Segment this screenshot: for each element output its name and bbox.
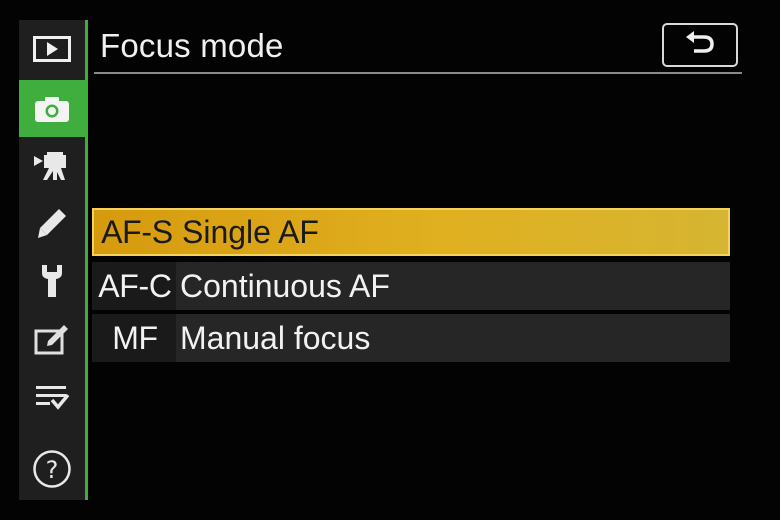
camera-menu-screen: ? Focus mode AF-S Single AF AF-C Continu… — [0, 0, 780, 520]
sidebar-item-help[interactable]: ? — [19, 440, 85, 497]
sidebar-active-rail — [85, 20, 88, 500]
movie-camera-icon — [32, 150, 72, 182]
page-title: Focus mode — [100, 27, 284, 64]
menu-item-mf[interactable]: MF Manual focus — [92, 314, 730, 362]
title-divider — [94, 72, 742, 74]
camera-icon — [34, 95, 70, 123]
menu-item-af-s[interactable]: AF-S Single AF — [92, 208, 730, 256]
sidebar-item-movie-shooting[interactable] — [19, 137, 85, 194]
sidebar-item-my-menu[interactable] — [19, 368, 85, 425]
sidebar-item-custom-settings[interactable] — [19, 194, 85, 251]
menu-item-code: MF — [112, 319, 158, 356]
menu-item-label: Manual focus — [180, 319, 371, 356]
sidebar-item-playback[interactable] — [19, 20, 85, 77]
retouch-icon — [34, 323, 70, 355]
menu-item-code: AF-S — [101, 213, 173, 250]
sidebar-item-setup[interactable] — [19, 252, 85, 309]
sidebar-item-photo-shooting[interactable] — [19, 80, 85, 137]
menu-item-af-c[interactable]: AF-C Continuous AF — [92, 262, 730, 310]
pencil-icon — [35, 206, 69, 240]
help-icon: ? — [32, 449, 72, 489]
menu-item-label: Single AF — [182, 213, 319, 250]
menu-item-label: Continuous AF — [180, 267, 390, 304]
playback-icon — [33, 35, 71, 62]
sidebar-item-retouch[interactable] — [19, 310, 85, 367]
wrench-icon — [39, 263, 65, 299]
menu-item-code: AF-C — [98, 267, 172, 304]
menu-sidebar: ? — [19, 20, 85, 500]
return-arrow-icon — [682, 29, 718, 62]
back-button[interactable] — [662, 23, 738, 67]
help-icon-glyph: ? — [46, 456, 59, 484]
my-menu-icon — [34, 383, 70, 411]
